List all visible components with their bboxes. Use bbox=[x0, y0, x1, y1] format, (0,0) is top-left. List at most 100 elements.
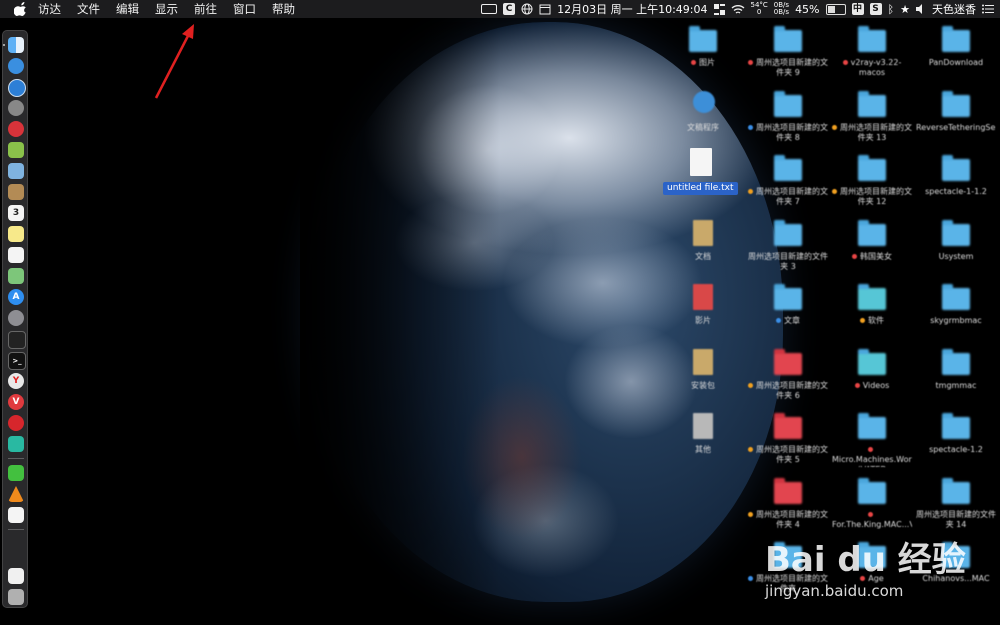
desktop-item[interactable]: PanDownload bbox=[916, 26, 996, 88]
desktop-item[interactable]: 文稿程序 bbox=[663, 90, 743, 153]
green-app-icon[interactable] bbox=[8, 436, 24, 452]
c-app-icon[interactable]: C bbox=[503, 3, 516, 15]
wechat-icon[interactable] bbox=[8, 465, 24, 481]
desktop-item-text: 周州选项目新建的文件夹 9 bbox=[756, 58, 828, 77]
system-prefs-icon[interactable] bbox=[8, 310, 24, 326]
user-name[interactable]: 天色迷香 bbox=[932, 1, 976, 17]
desktop-item[interactable]: 周州选项目新建的文件夹 5 bbox=[748, 413, 828, 475]
globe-icon[interactable] bbox=[521, 3, 533, 15]
text-edit-icon[interactable] bbox=[8, 507, 24, 523]
desktop-item-text: PanDownload bbox=[928, 58, 984, 67]
menu-bar: 访达 文件 编辑 显示 前往 窗口 帮助 C 12月03日 周一 上午10:49… bbox=[0, 0, 1000, 18]
dock-separator bbox=[8, 458, 24, 459]
desktop-item-label: 文稿程序 bbox=[663, 123, 743, 133]
desktop-item[interactable]: 韩国美女 bbox=[832, 219, 912, 282]
wallpaper-shadow bbox=[300, 22, 500, 602]
document-icon[interactable] bbox=[8, 568, 24, 584]
launchpad-icon[interactable] bbox=[8, 100, 24, 116]
desktop-item-label: 影片 bbox=[663, 316, 743, 326]
desktop-item[interactable]: 影片 bbox=[663, 284, 743, 346]
menu-go[interactable]: 前往 bbox=[194, 1, 217, 17]
desktop-item[interactable]: 文章 bbox=[748, 284, 828, 346]
desktop-item[interactable]: 文档 bbox=[663, 219, 743, 282]
desktop-item[interactable]: Usystem bbox=[916, 219, 996, 282]
apple-icon[interactable] bbox=[14, 2, 28, 16]
desktop-item[interactable]: spectacle-1.2 bbox=[916, 413, 996, 475]
folder-icon bbox=[858, 348, 886, 375]
color-tag bbox=[748, 576, 753, 581]
desktop-item[interactable]: 周州选项目新建的文件夹 8 bbox=[748, 90, 828, 153]
android-icon[interactable] bbox=[8, 142, 24, 158]
menu-window[interactable]: 窗口 bbox=[233, 1, 256, 17]
trash-icon[interactable] bbox=[8, 589, 24, 605]
network-monitor[interactable]: 0B/s 0B/s bbox=[774, 2, 789, 16]
finder-icon[interactable] bbox=[8, 37, 24, 53]
menu-file[interactable]: 文件 bbox=[77, 1, 100, 17]
reminders-icon[interactable] bbox=[8, 247, 24, 263]
terminal-icon[interactable]: >_ bbox=[8, 352, 26, 370]
desktop-item[interactable]: 其他 bbox=[663, 413, 743, 475]
stickies-icon[interactable] bbox=[8, 226, 24, 242]
desktop-item-text: For.The.King.MAC...VATED bbox=[832, 519, 912, 529]
desktop-item-label: Videos bbox=[832, 381, 912, 391]
yandex-icon[interactable]: Y bbox=[8, 373, 24, 389]
menu-edit[interactable]: 编辑 bbox=[116, 1, 139, 17]
desktop-item[interactable]: Videos bbox=[832, 348, 912, 411]
volume-icon[interactable] bbox=[916, 4, 926, 14]
grid-app-icon[interactable] bbox=[713, 3, 725, 15]
selected-file[interactable] bbox=[690, 148, 738, 210]
menu-help[interactable]: 帮助 bbox=[272, 1, 295, 17]
menu-finder[interactable]: 访达 bbox=[38, 1, 61, 17]
desktop-item[interactable]: 周州选项目新建的文件夹 4 bbox=[748, 477, 828, 540]
app-red-icon[interactable] bbox=[8, 121, 24, 137]
menu-view[interactable]: 显示 bbox=[155, 1, 178, 17]
desktop-item[interactable]: 周州选项目新建的文件夹 3 bbox=[748, 219, 828, 282]
star-icon[interactable]: ★ bbox=[900, 3, 910, 16]
maps-icon[interactable] bbox=[8, 268, 24, 284]
selected-file-label[interactable]: untitled file.txt bbox=[663, 182, 738, 195]
desktop-item[interactable]: 周州选项目新建的文件夹 14 bbox=[916, 477, 996, 540]
desktop-item[interactable]: skygrmbmac bbox=[916, 284, 996, 346]
desktop-item[interactable]: ReverseTetheringServer_1.2.0 bbox=[916, 90, 996, 153]
bluetooth-icon[interactable]: ᛒ bbox=[888, 3, 895, 16]
netease-music-icon[interactable] bbox=[8, 415, 24, 431]
color-tag bbox=[842, 60, 848, 65]
desktop-item[interactable]: v2ray-v3.22-macos bbox=[832, 26, 912, 88]
s-app-icon[interactable]: S bbox=[869, 3, 882, 15]
desktop-item[interactable]: tmgmmac bbox=[916, 348, 996, 411]
wifi-icon[interactable] bbox=[731, 4, 745, 15]
desktop-item[interactable]: Micro.Machines.World...(VATED bbox=[832, 413, 912, 475]
desktop-item-text: 韩国美女 bbox=[860, 251, 892, 261]
desktop-item[interactable]: 周州选项目新建的文件夹 9 bbox=[748, 26, 828, 88]
battery-percent[interactable]: 45% bbox=[795, 3, 819, 16]
notes-icon[interactable] bbox=[8, 184, 24, 200]
desktop-item-text: 周州选项目新建的文件夹 8 bbox=[756, 122, 828, 142]
display-icon[interactable] bbox=[481, 4, 498, 14]
desktop-item[interactable]: 周州选项目新建的文件夹 12 bbox=[832, 155, 912, 217]
activity-monitor-icon[interactable] bbox=[8, 331, 26, 349]
desktop-item[interactable]: 周州选项目新建的文件夹 7 bbox=[748, 155, 828, 217]
safari-icon[interactable] bbox=[8, 58, 24, 74]
desktop-item[interactable]: 图片 bbox=[663, 26, 743, 88]
menu-list-icon[interactable] bbox=[982, 4, 994, 14]
calendar-icon[interactable] bbox=[539, 3, 551, 15]
desktop-item[interactable]: 安装包 bbox=[663, 348, 743, 411]
cpu-monitor[interactable]: 54°C 0 bbox=[751, 2, 768, 16]
datetime[interactable]: 12月03日 周一 上午10:49:04 bbox=[557, 1, 707, 17]
calendar-icon[interactable]: 3 bbox=[8, 205, 24, 221]
desktop-item[interactable]: 软件 bbox=[832, 284, 912, 346]
compass-icon[interactable] bbox=[8, 79, 26, 97]
app-store-icon[interactable]: A bbox=[8, 289, 24, 305]
desktop-item[interactable]: spectacle-1-1.2 bbox=[916, 155, 996, 217]
vlc-icon[interactable] bbox=[8, 486, 24, 502]
desktop-item[interactable]: For.The.King.MAC...VATED bbox=[832, 477, 912, 540]
vivaldi-icon[interactable]: V bbox=[8, 394, 24, 410]
battery-icon[interactable] bbox=[825, 3, 846, 15]
color-tag bbox=[868, 447, 873, 452]
folder-icon bbox=[774, 26, 802, 52]
preview-icon[interactable] bbox=[8, 163, 24, 179]
desktop-item[interactable]: 周州选项目新建的文件夹 6 bbox=[748, 348, 828, 411]
desktop-item[interactable]: 周州选项目新建的文件夹 13 bbox=[832, 90, 912, 153]
net-down: 0B/s bbox=[773, 8, 790, 16]
input-method-icon[interactable]: 中 bbox=[851, 3, 864, 15]
